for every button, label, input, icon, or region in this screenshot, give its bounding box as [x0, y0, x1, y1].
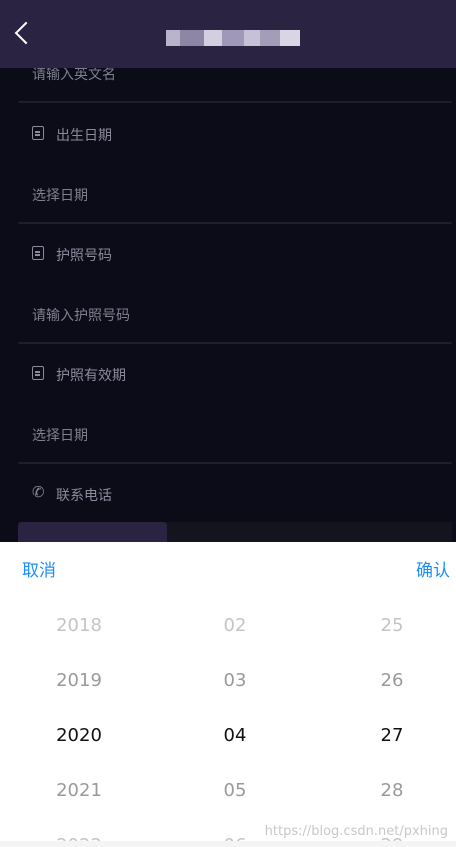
- day-option[interactable]: 25: [332, 598, 452, 653]
- input-placeholder: 请输入英文名: [32, 68, 116, 83]
- day-column[interactable]: 25 26 27 28 29: [332, 598, 452, 847]
- form-panel: 请输入英文名 出生日期 选择日期 护照号码 请输入护照号码 护照有效期 选择日期…: [0, 68, 456, 542]
- input-placeholder: 请输入护照号码: [32, 308, 130, 324]
- blur-block: [180, 30, 204, 46]
- year-option[interactable]: 2018: [19, 598, 139, 653]
- watermark-text: https://blog.csdn.net/pxhing: [264, 824, 448, 839]
- blur-block: [222, 30, 244, 46]
- bottom-tab-strip: [18, 522, 452, 542]
- blur-block: [260, 30, 280, 46]
- year-option[interactable]: 2019: [19, 653, 139, 708]
- field-label: 护照有效期: [56, 368, 126, 384]
- field-divider: [18, 101, 452, 103]
- birth-date-input[interactable]: 选择日期: [18, 164, 452, 224]
- blur-block: [204, 30, 222, 46]
- day-option[interactable]: 26: [332, 653, 452, 708]
- field-label: 联系电话: [56, 488, 112, 504]
- passport-expiry-input[interactable]: 选择日期: [18, 404, 452, 464]
- field-label: 护照号码: [56, 248, 112, 264]
- document-icon: [32, 126, 44, 140]
- passport-number-label: 护照号码: [18, 224, 452, 284]
- year-option-selected[interactable]: 2020: [19, 708, 139, 763]
- field-label: 出生日期: [56, 128, 112, 144]
- phone-icon: ✆: [32, 483, 45, 501]
- document-icon: [32, 366, 44, 380]
- year-option[interactable]: 2021: [19, 763, 139, 818]
- birth-date-label: 出生日期: [18, 104, 452, 164]
- month-option-selected[interactable]: 04: [175, 708, 295, 763]
- month-option[interactable]: 02: [175, 598, 295, 653]
- passport-expiry-label: 护照有效期: [18, 344, 452, 404]
- month-option[interactable]: 05: [175, 763, 295, 818]
- year-column[interactable]: 2018 2019 2020 2021 2022: [19, 598, 139, 847]
- passport-number-input[interactable]: 请输入护照号码: [18, 284, 452, 344]
- date-picker: 取消 确认 2018 2019 2020 2021 2022 02 03 04 …: [0, 542, 456, 847]
- bottom-bar: [0, 841, 456, 847]
- day-option[interactable]: 28: [332, 763, 452, 818]
- active-tab[interactable]: [18, 522, 167, 542]
- blur-block: [166, 30, 180, 46]
- document-icon: [32, 246, 44, 260]
- month-option[interactable]: 03: [175, 653, 295, 708]
- back-arrow-icon[interactable]: [14, 21, 38, 45]
- app-header: [0, 0, 456, 68]
- contact-phone-label: ✆ 联系电话: [18, 464, 452, 524]
- input-placeholder: 选择日期: [32, 188, 88, 204]
- english-name-field[interactable]: 请输入英文名: [18, 68, 452, 103]
- day-option-selected[interactable]: 27: [332, 708, 452, 763]
- confirm-button[interactable]: 确认: [416, 556, 450, 581]
- cancel-button[interactable]: 取消: [22, 556, 56, 581]
- blur-block: [244, 30, 260, 46]
- month-column[interactable]: 02 03 04 05 06: [175, 598, 295, 847]
- page-title-blurred: [166, 30, 300, 46]
- input-placeholder: 选择日期: [32, 428, 88, 444]
- blur-block: [280, 30, 300, 46]
